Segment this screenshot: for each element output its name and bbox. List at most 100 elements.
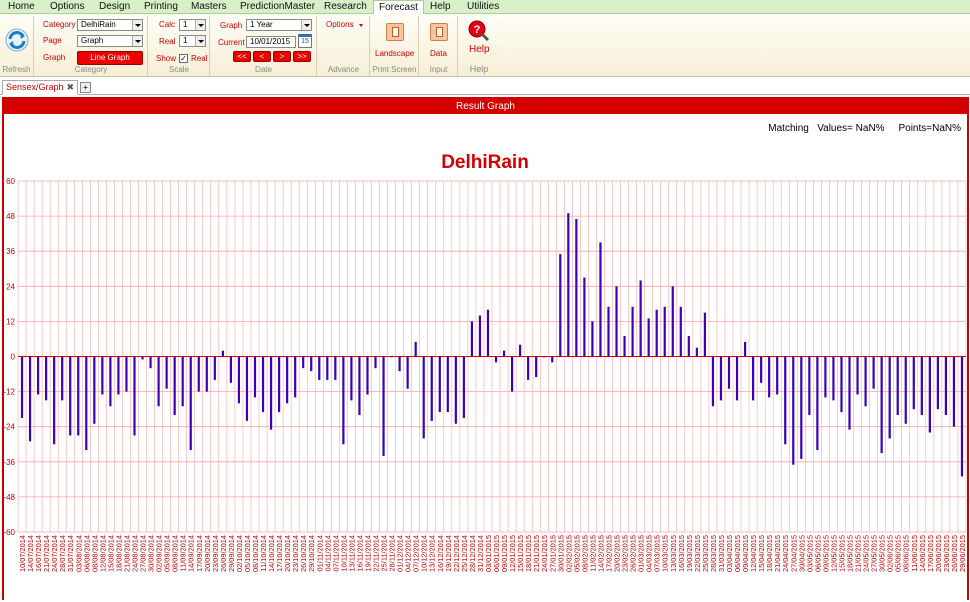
data-bar (776, 356, 779, 395)
data-bar (197, 356, 200, 392)
add-tab-button[interactable]: + (80, 82, 91, 93)
menu-home[interactable]: Home (8, 1, 35, 13)
first-button[interactable]: << (233, 51, 251, 62)
menu-printing[interactable]: Printing (144, 1, 178, 13)
menu-design[interactable]: Design (99, 1, 130, 13)
data-bar (261, 356, 265, 413)
real-select[interactable]: 1 (179, 35, 206, 47)
data-bar (816, 356, 819, 451)
category-select[interactable]: DelhiRain (77, 19, 143, 31)
page-label: Page (43, 36, 62, 45)
data-bar (438, 356, 441, 413)
menu-bar: Home Options Design Printing Masters Pre… (0, 0, 970, 14)
next-button[interactable]: > (273, 51, 291, 62)
data-bar (53, 356, 56, 445)
menu-masters[interactable]: Masters (191, 1, 227, 13)
menu-help[interactable]: Help (430, 1, 451, 13)
data-bar (559, 254, 562, 357)
page-select[interactable]: Graph (77, 35, 143, 47)
data-bar (591, 321, 594, 357)
rain-bar-chart: 60 48 36 24 12 0 -12 -24 -36 -48 -60 10/07/2014 14/… (4, 152, 967, 572)
points-percent: Points=NaN% (898, 123, 961, 134)
menu-options[interactable]: Options (50, 1, 84, 13)
last-button[interactable]: >> (293, 51, 311, 62)
menu-utilities[interactable]: Utilities (467, 1, 499, 13)
help-icon[interactable]: ? (467, 19, 491, 43)
current-date-input[interactable]: 10/01/2015 (246, 36, 296, 48)
calc-value: 1 (183, 20, 188, 29)
data-bar (735, 356, 739, 401)
calc-select[interactable]: 1 (179, 19, 206, 31)
y-tick-label: -12 (4, 388, 16, 397)
data-bar (221, 350, 224, 357)
data-bar (543, 356, 546, 358)
real-label: Real (159, 37, 176, 46)
y-tick-label: -24 (4, 423, 16, 432)
data-bar (253, 356, 257, 398)
data-bar (20, 356, 24, 418)
options-dropdown[interactable]: Options (326, 20, 354, 30)
data-icon[interactable] (430, 23, 448, 41)
data-bar (45, 356, 48, 401)
data-bar (824, 356, 827, 398)
x-tick-labels: 10/07/2014 14/07/2014 16/07/2014 21/07/2014… (18, 535, 967, 572)
data-button[interactable]: Data (430, 49, 447, 59)
line-graph-button[interactable]: Line Graph (77, 51, 143, 65)
ribbon: Refresh Category DelhiRain Page Graph Gr… (0, 14, 970, 77)
data-bar (872, 356, 875, 389)
chart-title: DelhiRain (441, 152, 529, 173)
data-bar (880, 356, 883, 454)
close-icon[interactable]: ✖ (66, 81, 74, 94)
data-bar (527, 356, 530, 380)
refresh-icon[interactable] (5, 28, 29, 52)
landscape-icon[interactable] (386, 23, 404, 41)
data-bar (422, 356, 425, 439)
chart-grid (17, 180, 967, 533)
menu-forecast[interactable]: Forecast (373, 0, 424, 14)
data-bar (760, 356, 763, 383)
data-bar (936, 356, 939, 410)
tab-sensex-graph[interactable]: Sensex/Graph ✖ (2, 80, 78, 95)
data-bar (639, 280, 642, 357)
data-bar (519, 344, 522, 357)
calendar-icon[interactable]: 15 (298, 34, 312, 48)
data-bar (165, 356, 168, 389)
group-advance: Options Advance (318, 16, 370, 76)
data-bar (719, 356, 723, 401)
data-bar (310, 356, 313, 372)
data-bar (647, 318, 650, 357)
menu-predictionmaster[interactable]: PredictionMaster (240, 1, 315, 13)
prev-button[interactable]: < (253, 51, 271, 62)
data-bar (752, 356, 755, 401)
data-bar (470, 321, 474, 357)
show-real-checkbox[interactable]: ✓ (179, 54, 188, 63)
landscape-button[interactable]: Landscape (375, 49, 414, 59)
data-bar (888, 356, 891, 439)
data-bar (85, 356, 88, 451)
y-tick-label: 12 (6, 317, 15, 326)
graph-period-select[interactable]: 1 Year (246, 19, 312, 31)
data-bar (157, 356, 160, 407)
data-bar (278, 356, 281, 413)
help-button[interactable]: Help (469, 44, 490, 55)
data-bar (623, 336, 626, 357)
data-bar (326, 356, 329, 380)
result-graph-header: Result Graph (4, 99, 967, 114)
data-bar (237, 356, 241, 404)
data-bar (36, 356, 40, 395)
data-bar (944, 356, 948, 415)
data-bar (149, 356, 152, 369)
data-bar (952, 356, 956, 427)
data-bar (173, 356, 176, 415)
group-refresh: Refresh (0, 16, 34, 76)
data-bar (575, 219, 578, 357)
menu-research[interactable]: Research (324, 1, 367, 13)
data-bar (727, 356, 731, 389)
group-help: ? Help Help (459, 16, 499, 76)
data-bar (832, 356, 835, 401)
data-bar (382, 356, 385, 456)
data-bar (896, 356, 899, 415)
group-category: Category DelhiRain Page Graph Graph Line… (35, 16, 148, 76)
document-tabs: Sensex/Graph ✖ + (0, 79, 970, 95)
values-percent: Values= NaN% (817, 123, 885, 134)
